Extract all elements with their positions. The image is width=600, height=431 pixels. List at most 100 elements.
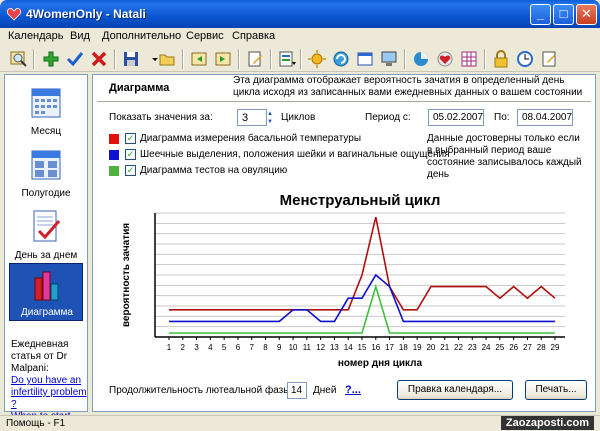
x-tick-label: 26: [509, 343, 518, 352]
legend-checkbox[interactable]: ✓: [125, 149, 136, 160]
x-tick-label: 10: [289, 343, 298, 352]
print-button[interactable]: Печать...: [525, 380, 587, 400]
watermark: Zaozaposti.com: [500, 416, 594, 430]
article-link-infertility[interactable]: Do you have an infertility problem ?: [11, 375, 89, 411]
x-tick-label: 2: [181, 343, 186, 352]
menu-service[interactable]: Сервис: [186, 30, 224, 42]
add-icon[interactable]: [40, 48, 62, 70]
series-line-2: [169, 273, 555, 323]
x-tick-label: 15: [358, 343, 367, 352]
x-tick-label: 4: [208, 343, 213, 352]
menu-help[interactable]: Справка: [232, 30, 275, 42]
x-tick-label: 23: [468, 343, 477, 352]
status-bar: Помощь - F1 Zaozaposti.com: [0, 415, 600, 431]
legend-label: Диаграмма измерения басальной температур…: [140, 133, 362, 144]
monitor-icon[interactable]: [378, 48, 400, 70]
edit-calendar-button[interactable]: Правка календаря...: [397, 380, 513, 400]
chart-pie-icon[interactable]: [410, 48, 432, 70]
toolbar-separator: [270, 49, 272, 69]
x-axis-label: номер дня цикла: [338, 358, 423, 369]
luteal-label: Продолжительность лютеальной фазы:: [109, 385, 294, 396]
menu-extra[interactable]: Дополнительно: [102, 30, 181, 42]
status-text: Помощь - F1: [6, 418, 66, 429]
bar-chart-icon: [34, 271, 59, 301]
legend-checkbox[interactable]: ✓: [125, 133, 136, 144]
luteal-unit: Дней: [313, 385, 337, 396]
cycles-spinner[interactable]: 3 ▲ ▼: [237, 109, 273, 126]
x-tick-label: 29: [551, 343, 560, 352]
edit-icon[interactable]: [244, 48, 266, 70]
x-tick-label: 17: [385, 343, 394, 352]
close-button[interactable]: ✕: [576, 4, 597, 25]
heart-icon[interactable]: [434, 48, 456, 70]
sidebar-item-label: День за днем: [14, 250, 78, 261]
sidebar-item-halfyear[interactable]: Полугодие: [9, 143, 83, 201]
main-panel: Диаграмма Эта диаграмма отображает вероя…: [92, 74, 596, 412]
menu-bar: Календарь Вид Дополнительно Сервис Справ…: [0, 28, 600, 46]
x-tick-label: 14: [344, 343, 353, 352]
x-tick-label: 18: [399, 343, 408, 352]
x-tick-label: 11: [303, 343, 312, 352]
period-from-field[interactable]: 05.02.2007: [428, 109, 484, 126]
menu-view[interactable]: Вид: [70, 30, 90, 42]
toolbar: [0, 46, 600, 72]
refresh-icon[interactable]: [330, 48, 352, 70]
x-tick-label: 22: [454, 343, 463, 352]
maximize-button[interactable]: □: [553, 4, 574, 25]
x-tick-label: 5: [222, 343, 227, 352]
search-icon[interactable]: [8, 48, 30, 70]
menu-calendar[interactable]: Календарь: [8, 30, 64, 42]
sidebar-item-day-by-day[interactable]: День за днем: [9, 205, 83, 263]
window-icon[interactable]: [354, 48, 376, 70]
day-by-day-icon: [33, 210, 61, 242]
period-from-label: Период с:: [365, 112, 411, 123]
divider: [97, 101, 591, 102]
period-to-field[interactable]: 08.04.2007: [517, 109, 573, 126]
sidebar-item-month[interactable]: Месяц: [9, 81, 83, 139]
back-arrow-icon[interactable]: [188, 48, 210, 70]
page-description: Эта диаграмма отображает вероятность зач…: [233, 75, 583, 98]
list-dropdown-icon[interactable]: [276, 48, 298, 70]
x-tick-label: 28: [537, 343, 546, 352]
toolbar-separator: [300, 49, 302, 69]
toolbar-separator: [33, 49, 35, 69]
x-tick-label: 21: [440, 343, 449, 352]
check-icon[interactable]: [64, 48, 86, 70]
save-icon[interactable]: [120, 48, 142, 70]
x-tick-label: 20: [426, 343, 435, 352]
help-icon[interactable]: [538, 48, 560, 70]
sun-icon[interactable]: [306, 48, 328, 70]
toolbar-separator: [484, 49, 486, 69]
luteal-field[interactable]: 14: [287, 382, 307, 399]
legend-label: Диаграмма тестов на овуляцию: [140, 165, 288, 176]
spinner-arrows-icon[interactable]: ▲ ▼: [267, 110, 276, 127]
page-title: Диаграмма: [109, 82, 170, 94]
folder-icon[interactable]: [156, 48, 178, 70]
sidebar-item-label: Полугодие: [21, 188, 71, 199]
luteal-help-link[interactable]: ?...: [345, 384, 361, 396]
sidebar-item-chart[interactable]: Диаграмма: [9, 263, 83, 321]
window-title: 4WomenOnly - Natali: [26, 7, 146, 21]
forward-arrow-icon[interactable]: [212, 48, 234, 70]
sidebar-item-label: Диаграмма: [20, 307, 73, 318]
x-tick-label: 7: [249, 343, 254, 352]
legend-color-red: [109, 134, 119, 144]
sidebar-item-label: Месяц: [30, 126, 62, 137]
clock-icon[interactable]: [514, 48, 536, 70]
y-axis-label: вероятность зачатия: [121, 223, 132, 327]
delete-icon[interactable]: [88, 48, 110, 70]
legend-checkbox[interactable]: ✓: [125, 165, 136, 176]
x-tick-label: 1: [167, 343, 172, 352]
x-tick-label: 27: [523, 343, 532, 352]
x-tick-label: 16: [371, 343, 380, 352]
lock-icon[interactable]: [490, 48, 512, 70]
x-tick-label: 9: [277, 343, 282, 352]
minimize-button[interactable]: _: [530, 4, 551, 25]
toolbar-separator: [238, 49, 240, 69]
chart-title: Менструальный цикл: [280, 192, 441, 209]
grid-icon[interactable]: [458, 48, 480, 70]
x-tick-label: 24: [482, 343, 491, 352]
period-to-label: По:: [494, 112, 510, 123]
app-heart-icon: [6, 8, 22, 21]
chart-svg: Менструальный цикл1 2 3 4 5 6 7 8 9 10 11 12 13 14 15 1…: [121, 192, 565, 369]
